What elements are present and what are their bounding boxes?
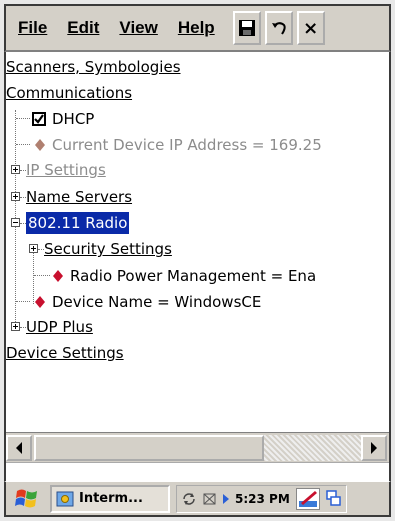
- menu-bar: File Edit View Help ×: [4, 4, 391, 52]
- close-button[interactable]: ×: [296, 11, 325, 45]
- sync-icon[interactable]: [181, 492, 197, 506]
- scroll-thumb[interactable]: [34, 435, 264, 461]
- expand-icon[interactable]: [29, 244, 38, 253]
- tree-item-current-ip[interactable]: Current Device IP Address = 169.25: [34, 134, 322, 156]
- system-tray: 5:23 PM: [176, 484, 347, 513]
- floppy-disk-icon: [238, 20, 255, 36]
- collapse-icon[interactable]: [11, 218, 20, 227]
- tree-item-scanners[interactable]: Scanners, Symbologies: [6, 56, 181, 78]
- settings-app-icon: [56, 491, 74, 506]
- expand-icon[interactable]: [11, 165, 20, 174]
- tree-item-label: DHCP: [52, 110, 95, 128]
- network-icon[interactable]: [203, 492, 217, 506]
- close-icon: ×: [303, 17, 319, 39]
- tree-item-label: Radio Power Management = Ena: [70, 267, 317, 285]
- tree-item-device-settings[interactable]: Device Settings: [6, 342, 124, 364]
- start-button[interactable]: [8, 484, 46, 514]
- menu-help[interactable]: Help: [178, 18, 215, 38]
- empty-area: [6, 462, 389, 481]
- expand-icon[interactable]: [11, 192, 20, 201]
- expand-icon[interactable]: [11, 322, 20, 331]
- taskbar: Interm... 5:23 PM: [4, 481, 391, 517]
- diamond-icon: [35, 139, 45, 151]
- tree-item-label: 802.11 Radio: [26, 212, 130, 234]
- diamond-icon: [35, 296, 45, 308]
- tree-item-802-11-radio[interactable]: 802.11 Radio: [26, 212, 130, 234]
- windows-switch-icon[interactable]: [326, 489, 342, 508]
- arrow-right-icon: [223, 493, 229, 504]
- tree-item-label: Name Servers: [26, 188, 133, 206]
- tree-item-label: IP Settings: [26, 161, 106, 179]
- tree-item-radio-power[interactable]: Radio Power Management = Ena: [52, 265, 316, 287]
- scroll-right-button[interactable]: [361, 435, 387, 461]
- tree-item-device-name[interactable]: Device Name = WindowsCE: [34, 291, 261, 313]
- tree-item-dhcp[interactable]: DHCP: [32, 108, 94, 130]
- settings-tree: Scanners, Symbologies Communications DHC…: [6, 52, 389, 432]
- tree-item-udp-plus[interactable]: UDP Plus: [26, 316, 93, 338]
- windows-flag-icon: [15, 489, 37, 507]
- undo-button[interactable]: [264, 11, 293, 45]
- tree-item-security-settings[interactable]: Security Settings: [44, 238, 172, 260]
- menu-edit[interactable]: Edit: [67, 18, 99, 38]
- clock[interactable]: 5:23 PM: [235, 492, 290, 506]
- horizontal-scrollbar[interactable]: [6, 432, 389, 462]
- tree-item-name-servers[interactable]: Name Servers: [26, 186, 132, 208]
- dhcp-checkbox[interactable]: [32, 112, 46, 126]
- tree-item-label: Current Device IP Address = 169.25: [52, 136, 322, 154]
- undo-icon: [271, 22, 286, 35]
- diamond-icon: [53, 270, 63, 282]
- scroll-left-button[interactable]: [6, 435, 32, 461]
- arrow-left-icon: [16, 442, 22, 454]
- tree-item-label: Security Settings: [44, 240, 172, 258]
- arrow-right-icon: [371, 442, 377, 454]
- task-button-label: Interm...: [79, 491, 143, 506]
- task-button-interm[interactable]: Interm...: [50, 484, 170, 513]
- pen-input-icon[interactable]: [295, 487, 320, 510]
- tree-item-communications[interactable]: Communications: [6, 82, 132, 104]
- menu-file[interactable]: File: [18, 18, 47, 38]
- tree-item-label: UDP Plus: [26, 318, 93, 336]
- tree-item-label: Scanners, Symbologies: [6, 58, 181, 76]
- tree-item-label: Communications: [6, 84, 133, 102]
- tree-item-label: Device Name = WindowsCE: [52, 293, 262, 311]
- save-button[interactable]: [232, 11, 261, 45]
- check-icon: [34, 114, 44, 124]
- tree-item-label: Device Settings: [6, 344, 124, 362]
- tree-item-ip-settings[interactable]: IP Settings: [26, 159, 106, 181]
- menu-view[interactable]: View: [119, 18, 157, 38]
